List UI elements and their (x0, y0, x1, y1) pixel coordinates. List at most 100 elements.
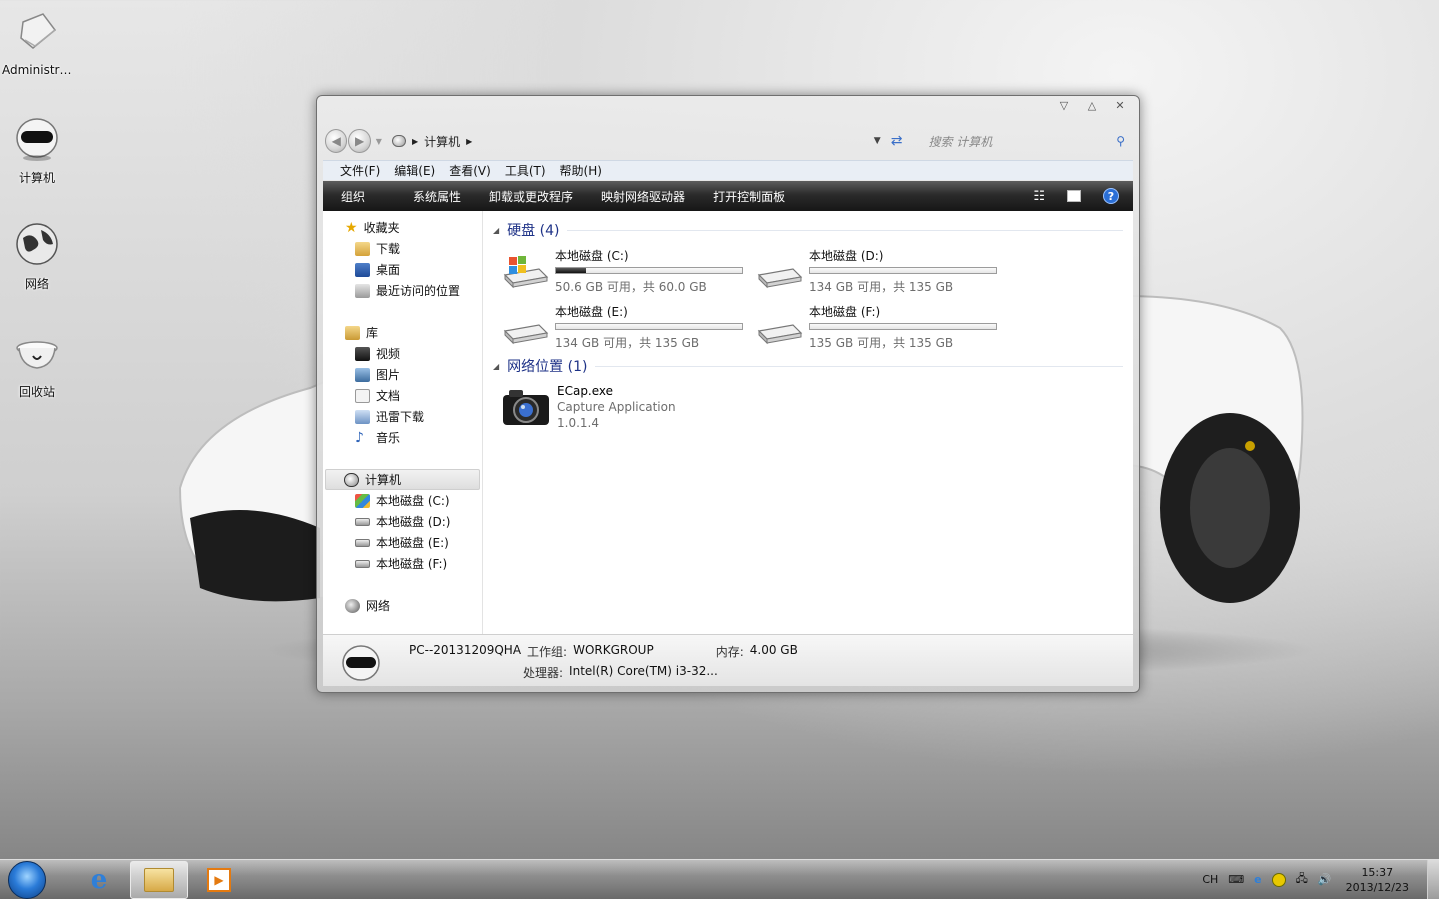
desktop-icon-label: 回收站 (18, 385, 55, 399)
nav-favorites[interactable]: ★ 收藏夹 (323, 217, 482, 238)
menu-edit[interactable]: 编辑(E) (387, 162, 442, 179)
breadcrumb[interactable]: ▶ 计算机 ▶ (391, 133, 814, 150)
input-language[interactable]: CH (1202, 873, 1218, 886)
globe-icon (16, 223, 58, 265)
uninstall-program-button[interactable]: 卸载或更改程序 (475, 188, 587, 205)
system-properties-button[interactable]: 系统属性 (399, 188, 475, 205)
hard-drive-icon (757, 268, 803, 289)
show-desktop-button[interactable] (1427, 859, 1439, 899)
navigation-pane: ★ 收藏夹 下载 桌面 最近访问的位置 库 视频 图片 文档 迅雷下载 ♪ 音乐… (323, 211, 483, 634)
drive-tile[interactable]: 本地磁盘 (C:) 50.6 GB 可用，共 60.0 GB (501, 245, 755, 295)
group-title: 硬盘 (4) (507, 223, 560, 239)
drive-tile[interactable]: 本地磁盘 (F:) 135 GB 可用，共 135 GB (755, 301, 1009, 351)
desktop-icon-label: 计算机 (18, 171, 55, 185)
nav-drive-e[interactable]: 本地磁盘 (E:) (323, 532, 482, 553)
network-tray-icon[interactable]: 🖧 (1296, 870, 1308, 889)
help-icon[interactable]: ? (1103, 188, 1119, 204)
nav-music[interactable]: ♪ 音乐 (323, 427, 482, 448)
cpu-value: Intel(R) Core(TM) i3-32... (569, 664, 718, 678)
forward-button[interactable]: ▶ (348, 129, 371, 153)
drive-free-space: 134 GB 可用，共 135 GB (809, 280, 954, 294)
menu-view[interactable]: 查看(V) (442, 162, 498, 179)
music-note-icon: ♪ (355, 429, 364, 446)
close-button[interactable]: ✕ (1109, 98, 1131, 114)
desktop-icon-network[interactable]: 网络 (2, 220, 72, 292)
refresh-icon[interactable]: ⇄ (891, 133, 903, 149)
collapse-triangle-icon[interactable]: ◢ (493, 226, 499, 235)
user-folder-icon (20, 13, 57, 49)
search-icon[interactable]: ⚲ (1116, 134, 1125, 148)
explorer-window: ▽ △ ✕ ◀ ▶ ▼ ▶ 计算机 ▶ ▼ ⇄ 搜索 计算机 ⚲ 文件(F) 编… (316, 95, 1140, 693)
nav-label: 视频 (376, 347, 401, 361)
nav-label: 最近访问的位置 (376, 284, 461, 298)
desktop-icon-user-folder[interactable]: Administra... (2, 8, 72, 77)
taskbar-internet-explorer[interactable]: e (70, 861, 128, 899)
nav-pictures[interactable]: 图片 (323, 364, 482, 385)
back-button[interactable]: ◀ (325, 129, 348, 153)
menu-file[interactable]: 文件(F) (333, 162, 387, 179)
pc-name: PC--20131209QHA (409, 643, 522, 657)
recent-pages-dropdown[interactable]: ▼ (376, 137, 382, 146)
nav-videos[interactable]: 视频 (323, 343, 482, 364)
group-header-network[interactable]: ◢ 网络位置 (1) (493, 355, 1123, 377)
menu-help[interactable]: 帮助(H) (553, 162, 609, 179)
cpu-label: 处理器: (523, 666, 564, 680)
nav-drive-d[interactable]: 本地磁盘 (D:) (323, 511, 482, 532)
system-drive-icon (355, 493, 370, 508)
menu-tools[interactable]: 工具(T) (498, 162, 553, 179)
network-location-ecap[interactable]: ECap.exe Capture Application 1.0.1.4 (501, 383, 1123, 431)
nav-libraries[interactable]: 库 (323, 322, 482, 343)
hard-drive-icon (503, 324, 549, 345)
nav-thunder-downloads[interactable]: 迅雷下载 (323, 406, 482, 427)
nav-drive-f[interactable]: 本地磁盘 (F:) (323, 553, 482, 574)
desktop-icon-recycle-bin[interactable]: 回收站 (2, 328, 72, 400)
collapse-triangle-icon[interactable]: ◢ (493, 362, 499, 371)
breadcrumb-arrow-icon[interactable]: ▶ (466, 137, 472, 146)
maximize-button[interactable]: △ (1081, 98, 1103, 114)
group-header-harddisks[interactable]: ◢ 硬盘 (4) (493, 219, 1123, 241)
drive-tile[interactable]: 本地磁盘 (D:) 134 GB 可用，共 135 GB (755, 245, 1009, 295)
taskbar-explorer[interactable] (130, 860, 188, 899)
hard-drive-icon (355, 538, 370, 547)
desktop-icon-computer[interactable]: 计算机 (2, 114, 72, 186)
start-button[interactable] (8, 860, 46, 899)
library-icon (345, 325, 360, 340)
nav-label: 本地磁盘 (E:) (376, 536, 449, 550)
ie-tray-icon[interactable]: e (1254, 873, 1261, 886)
drive-free-space: 134 GB 可用，共 135 GB (555, 336, 700, 350)
security-tray-icon[interactable] (1271, 872, 1286, 887)
taskbar-media-player[interactable]: ▶ (190, 861, 248, 899)
preview-pane-icon[interactable] (1067, 190, 1081, 202)
open-control-panel-button[interactable]: 打开控制面板 (699, 188, 799, 205)
content-area: ★ 收藏夹 下载 桌面 最近访问的位置 库 视频 图片 文档 迅雷下载 ♪ 音乐… (323, 211, 1133, 634)
breadcrumb-computer[interactable]: 计算机 (424, 133, 460, 150)
keyboard-icon[interactable]: ⌨ (1228, 873, 1244, 886)
hard-drive-icon (355, 517, 370, 526)
nav-label: 文档 (376, 389, 401, 403)
video-library-icon (355, 346, 370, 361)
address-history-dropdown[interactable]: ▼ (874, 136, 881, 146)
drive-grid: 本地磁盘 (C:) 50.6 GB 可用，共 60.0 GB 本地磁盘 (D:) 13… (501, 245, 1123, 351)
nav-label: 桌面 (376, 263, 401, 277)
minimize-button[interactable]: ▽ (1053, 98, 1075, 114)
clock[interactable]: 15:37 2013/12/23 (1346, 865, 1409, 895)
internet-explorer-icon: e (90, 864, 108, 895)
map-network-drive-button[interactable]: 映射网络驱动器 (587, 188, 699, 205)
nav-drive-c[interactable]: 本地磁盘 (C:) (323, 490, 482, 511)
nav-computer[interactable]: 计算机 (325, 469, 480, 490)
view-options-icon[interactable]: ☷ (1033, 189, 1045, 204)
breadcrumb-arrow-icon[interactable]: ▶ (412, 137, 418, 146)
address-bar-row: ◀ ▶ ▼ ▶ 计算机 ▶ ▼ ⇄ 搜索 计算机 ⚲ (325, 128, 1131, 154)
drive-tile[interactable]: 本地磁盘 (E:) 134 GB 可用，共 135 GB (501, 301, 755, 351)
nav-label: 音乐 (376, 431, 401, 445)
search-box[interactable]: 搜索 计算机 ⚲ (916, 130, 1131, 152)
organize-button[interactable]: 组织 (323, 188, 399, 205)
clock-time: 15:37 (1361, 865, 1394, 879)
nav-desktop[interactable]: 桌面 (323, 259, 482, 280)
nav-network[interactable]: 网络 (323, 595, 482, 616)
nav-downloads[interactable]: 下载 (323, 238, 482, 259)
volume-icon[interactable]: 🔊 (1318, 873, 1332, 886)
nav-documents[interactable]: 文档 (323, 385, 482, 406)
nav-recent-places[interactable]: 最近访问的位置 (323, 280, 482, 301)
network-globe-icon (345, 598, 360, 613)
